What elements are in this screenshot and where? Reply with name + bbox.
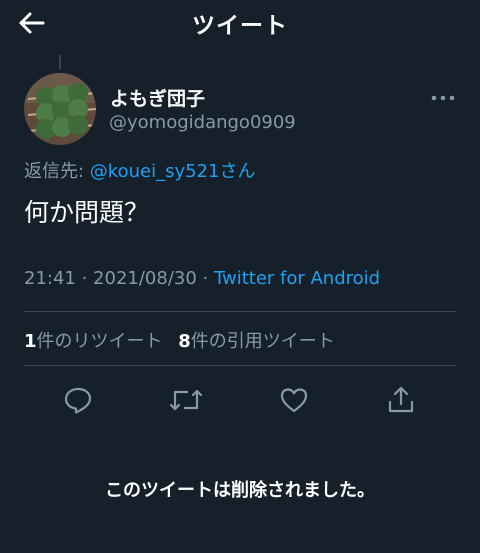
avatar-image — [24, 73, 96, 145]
reply-to-mention-link[interactable]: @kouei_sy521 — [90, 161, 220, 182]
top-bar: ツイート — [0, 0, 480, 46]
more-horizontal-icon — [431, 95, 455, 101]
divider — [24, 311, 456, 312]
quote-count-link[interactable]: 8件の引用ツイート — [178, 331, 335, 352]
retweet-count: 1 — [24, 331, 37, 352]
reply-button[interactable] — [61, 383, 95, 417]
reply-icon — [64, 387, 92, 414]
tweet-time[interactable]: 21:41 — [24, 268, 76, 289]
tweet-client-link[interactable]: Twitter for Android — [214, 268, 380, 289]
quote-count-label: 件の引用ツイート — [190, 331, 335, 352]
share-button[interactable] — [384, 383, 418, 417]
tweet-meta: 21:41 · 2021/08/30 · Twitter for Android — [24, 268, 380, 289]
like-button[interactable] — [277, 383, 311, 417]
deleted-tweet-notice: このツイートは削除されました。 — [105, 480, 375, 501]
reply-to-line: 返信先: @kouei_sy521さん — [24, 157, 255, 183]
reply-to-label: 返信先: — [24, 161, 90, 182]
more-options-button[interactable] — [428, 88, 458, 108]
retweet-count-link[interactable]: 1件のリツイート — [24, 331, 163, 352]
user-display-name[interactable]: よもぎ団子 — [110, 84, 205, 111]
page-title: ツイート — [192, 13, 288, 39]
reply-to-suffix: さん — [219, 161, 256, 182]
heart-icon — [280, 388, 308, 413]
user-handle[interactable]: @yomogidango0909 — [109, 112, 296, 133]
tweet-stats: 1件のリツイート 8件の引用ツイート — [24, 327, 345, 353]
divider — [24, 365, 456, 366]
quote-count: 8 — [178, 331, 191, 352]
thread-connector-line — [59, 55, 61, 69]
avatar[interactable] — [24, 73, 96, 145]
retweet-count-label: 件のリツイート — [36, 331, 163, 352]
retweet-button[interactable] — [169, 383, 203, 417]
share-icon — [388, 386, 414, 413]
tweet-actions — [0, 383, 480, 419]
meta-separator: · — [75, 268, 94, 289]
tweet-date[interactable]: 2021/08/30 — [93, 268, 197, 289]
retweet-icon — [169, 389, 203, 411]
tweet-text: 何か問題？ — [24, 198, 150, 227]
meta-separator: · — [196, 268, 214, 289]
